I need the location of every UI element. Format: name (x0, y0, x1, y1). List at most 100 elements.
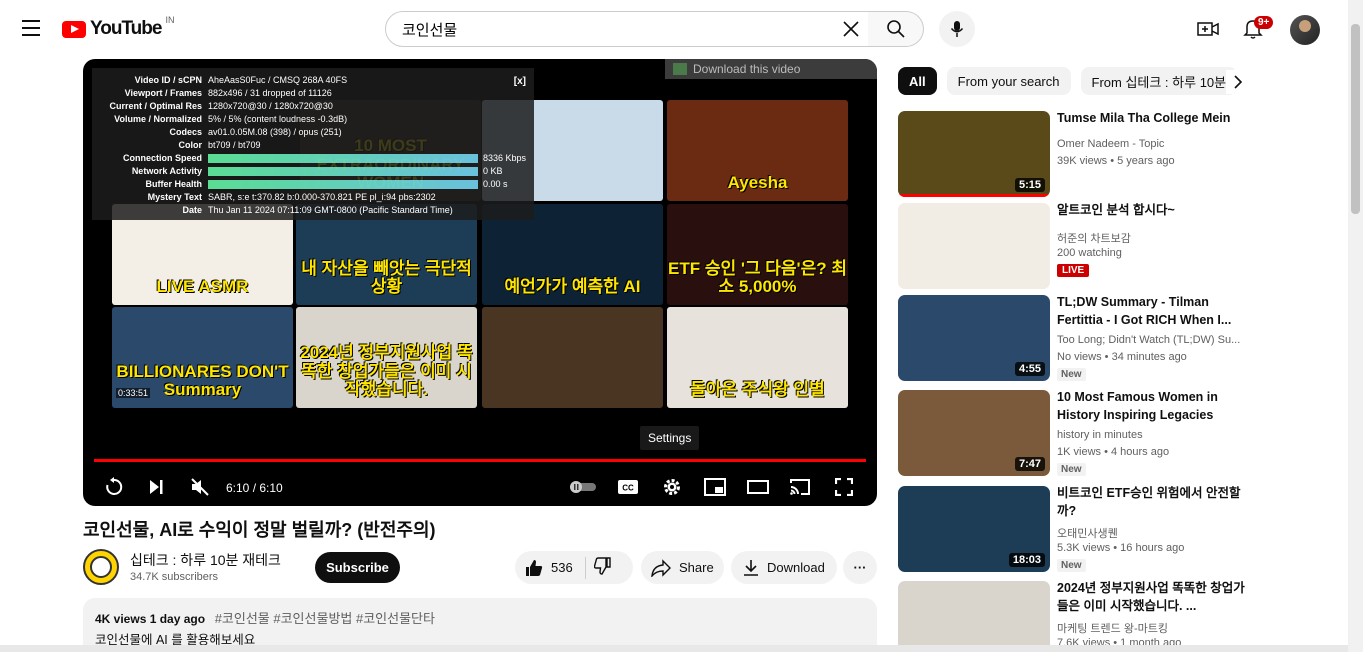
recommended-video[interactable]: 알트코인 분석 합시다~ 허준의 차트보감 200 watching LIVE (898, 203, 1348, 289)
dislike-button[interactable] (593, 557, 612, 578)
download-icon (744, 559, 758, 576)
recommended-title[interactable]: 10 Most Famous Women in History Inspirin… (1057, 388, 1247, 424)
share-button[interactable]: Share (641, 551, 724, 584)
recommended-video[interactable]: 18:03 비트코인 ETF승인 위험에서 안전할까? 오태민사생퀜 5.3K vie… (898, 486, 1348, 572)
recommended-video[interactable]: 4:55 TL;DW Summary - Tilman Fertittia - I… (898, 295, 1348, 381)
replay-button[interactable] (103, 476, 125, 498)
recommended-meta: 5.3K views • 16 hours ago (1057, 542, 1185, 554)
recommended-title[interactable]: TL;DW Summary - Tilman Fertittia - I Got… (1057, 293, 1247, 329)
stats-close-button[interactable]: [x] (514, 76, 526, 87)
recommended-thumbnail[interactable] (898, 581, 1050, 652)
subscribe-button[interactable]: Subscribe (315, 552, 400, 583)
duration-badge: 4:55 (1014, 362, 1045, 376)
mute-button[interactable] (189, 476, 211, 498)
channel-avatar[interactable] (83, 549, 119, 585)
end-card-duration: 0:33:51 (116, 388, 151, 398)
recommended-title[interactable]: 알트코인 분석 합시다~ (1057, 201, 1247, 219)
chips-next-button[interactable] (1226, 70, 1250, 94)
end-card-caption: 2024년 정부지원사업 똑똑한 창업가들은 이미 시작했습니다. (300, 342, 473, 400)
stats-key: Color (178, 140, 203, 151)
stats-key: Codecs (169, 126, 202, 137)
fullscreen-icon (835, 478, 853, 496)
download-label: Download (767, 560, 825, 575)
end-screen-card[interactable] (482, 307, 663, 408)
thumbs-down-icon (593, 557, 611, 575)
recommended-thumbnail[interactable]: 7:47 (898, 390, 1050, 476)
end-screen-card[interactable]: ETF 승인 '그 다음'은? 최소 5,000% (667, 204, 848, 305)
search-button[interactable] (868, 11, 924, 47)
description-box[interactable]: 4K views 1 day ago #코인선물 #코인선물방법 #코인선물단타… (83, 598, 877, 652)
create-button[interactable] (1196, 17, 1220, 41)
stats-key: Volume / Normalized (114, 113, 202, 124)
channel-name[interactable]: 십테크 : 하루 10분 재테크 (130, 550, 281, 570)
end-screen-card[interactable]: 돌아온 주식왕 인별 (667, 307, 848, 408)
theater-mode-button[interactable] (747, 476, 769, 498)
voice-search-button[interactable] (939, 11, 975, 47)
download-button[interactable]: Download (731, 551, 837, 584)
bottom-strip (0, 645, 1348, 652)
recommended-title[interactable]: Tumse Mila Tha College Mein (1057, 109, 1247, 127)
recommended-channel[interactable]: Omer Nadeem - Topic (1057, 138, 1164, 150)
chip-from-channel[interactable]: From 십테크 : 하루 10분 (1080, 67, 1238, 95)
youtube-play-icon (62, 20, 86, 38)
new-badge: New (1057, 559, 1086, 572)
progress-bar[interactable] (94, 459, 866, 462)
fullscreen-button[interactable] (833, 476, 855, 498)
stats-row: Volume / Normalized 5% / 5% (content loud… (98, 112, 528, 125)
chip-from-your-search[interactable]: From your search (946, 67, 1071, 95)
subtitles-button[interactable]: CC (617, 476, 639, 498)
recommended-thumbnail[interactable]: 4:55 (898, 295, 1050, 381)
recommended-video[interactable]: 2024년 정부지원사업 똑똑한 창업가들은 이미 시작했습니다. ... 마케팅… (898, 581, 1348, 652)
theater-icon (747, 480, 769, 494)
download-this-video-overlay[interactable]: Download this video (665, 59, 877, 79)
recommended-thumbnail[interactable]: 5:15 (898, 111, 1050, 197)
recommended-channel[interactable]: 허준의 차트보감 (1057, 230, 1131, 246)
watched-progress-bar (898, 194, 1050, 197)
youtube-logo[interactable]: YouTube IN (62, 15, 174, 40)
video-player[interactable]: 10 MOST EXTRAORDINARY WOMENAyeshaLIVE AS… (83, 59, 877, 506)
guide-menu-button[interactable] (16, 13, 46, 43)
end-screen-card[interactable]: BILLIONARES DON'T Summary 0:33:51 (112, 307, 293, 408)
like-button[interactable]: 536 (515, 559, 573, 577)
settings-button[interactable] (661, 476, 683, 498)
cast-icon (790, 479, 810, 495)
autoplay-toggle[interactable] (569, 476, 597, 498)
search-input[interactable] (402, 20, 837, 38)
stats-value: 1280x720@30 / 1280x720@30 (208, 100, 333, 111)
masthead: YouTube IN 9+ (0, 0, 1363, 58)
more-actions-button[interactable]: ··· (843, 551, 877, 584)
recommended-channel[interactable]: 오태민사생퀜 (1057, 525, 1118, 541)
recommended-video[interactable]: 7:47 10 Most Famous Women in History Insp… (898, 390, 1348, 476)
stats-value: 882x496 / 31 dropped of 11126 (208, 87, 332, 98)
recommended-channel[interactable]: history in minutes (1057, 429, 1143, 441)
end-card-caption: 돌아온 주식왕 인별 (690, 380, 825, 400)
cast-button[interactable] (789, 476, 811, 498)
miniplayer-button[interactable] (704, 476, 726, 498)
cc-label: CC (622, 484, 634, 493)
recommended-title[interactable]: 비트코인 ETF승인 위험에서 안전할까? (1057, 484, 1247, 520)
search-box[interactable] (385, 11, 870, 47)
scrollbar-thumb[interactable] (1351, 24, 1360, 214)
recommended-channel[interactable]: Too Long; Didn't Watch (TL;DW) Su... (1057, 334, 1240, 346)
next-button[interactable] (145, 476, 167, 498)
end-card-caption: Ayesha (727, 173, 788, 193)
stats-row: Date Thu Jan 11 2024 07:11:09 GMT-0800 (P… (98, 204, 528, 217)
end-card-caption: LIVE ASMR (156, 277, 249, 297)
recommended-thumbnail[interactable] (898, 203, 1050, 289)
clear-search-button[interactable] (837, 15, 865, 43)
hashtags[interactable]: #코인선물 #코인선물방법 #코인선물단타 (215, 611, 435, 626)
chip-all[interactable]: All (898, 67, 937, 95)
stats-value: AheAasS0Fuc / CMSQ 268A 40FS (208, 74, 348, 85)
account-avatar[interactable] (1290, 15, 1320, 45)
recommended-thumbnail[interactable]: 18:03 (898, 486, 1050, 572)
cc-icon: CC (618, 480, 638, 494)
stats-value: bt709 / bt709 (208, 140, 261, 151)
end-screen-card[interactable]: 2024년 정부지원사업 똑똑한 창업가들은 이미 시작했습니다. (296, 307, 477, 408)
player-controls: 6:10 / 6:10 CC (83, 464, 877, 506)
live-badge: LIVE (1057, 264, 1090, 277)
toggle-icon (570, 481, 596, 493)
end-screen-card[interactable]: Ayesha (667, 100, 848, 201)
recommended-video[interactable]: 5:15 Tumse Mila Tha College Mein Omer Nade… (898, 111, 1348, 197)
recommended-channel[interactable]: 마케팅 트렌드 왕-마트킹 (1057, 620, 1168, 636)
recommended-title[interactable]: 2024년 정부지원사업 똑똑한 창업가들은 이미 시작했습니다. ... (1057, 579, 1247, 615)
